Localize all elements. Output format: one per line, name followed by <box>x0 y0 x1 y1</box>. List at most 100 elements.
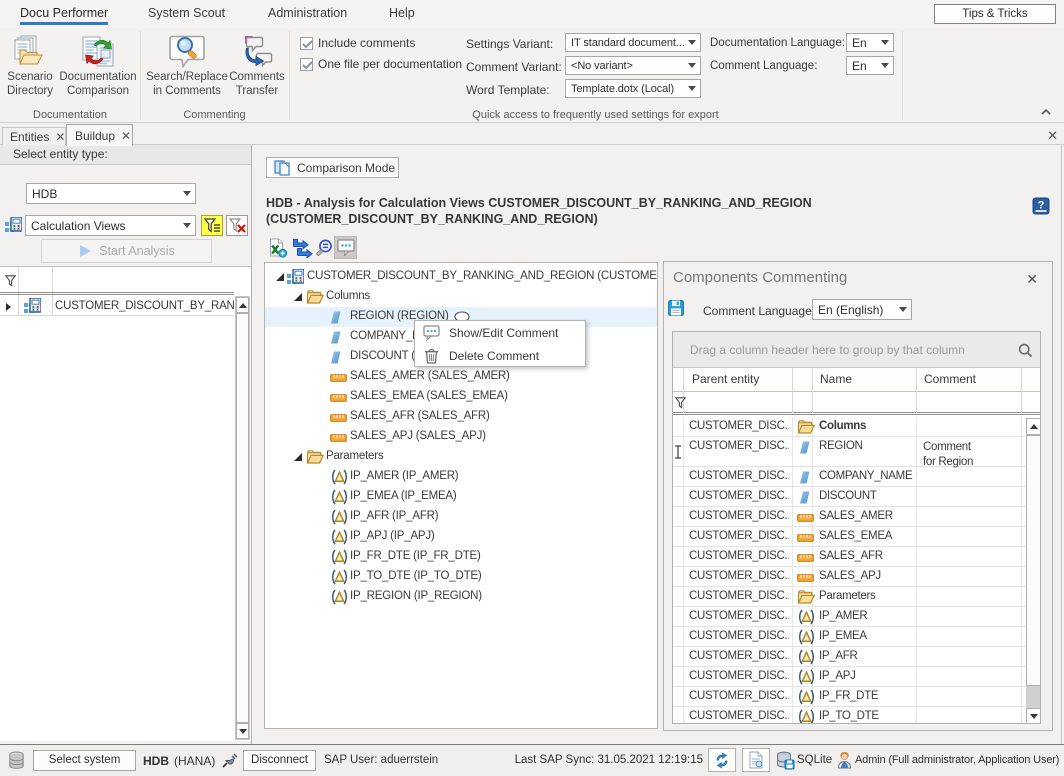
comment-grid-row[interactable]: CUSTOMER_DISC... COMPANY_NAME <box>673 467 1025 487</box>
close-icon[interactable]: ✕ <box>1026 271 1038 288</box>
tips-and-tricks-button[interactable]: Tips & Tricks <box>934 4 1056 24</box>
cell-name[interactable]: IP_TO_DTE <box>819 710 914 722</box>
left-grid-vscrollbar[interactable] <box>235 296 250 740</box>
comment-grid-row[interactable]: CUSTOMER_DISC... IP_FR_DTE <box>673 687 1025 707</box>
include-comments-checkbox[interactable] <box>300 37 313 50</box>
comment-grid-row[interactable]: CUSTOMER_DISC... IP_APJ <box>673 667 1025 687</box>
tree-node[interactable]: SALES_APJ (SALES_APJ) <box>265 427 657 447</box>
cell-name[interactable]: SALES_EMEA <box>819 530 914 542</box>
disconnect-button[interactable]: Disconnect <box>243 750 316 771</box>
menu-system-scout[interactable]: System Scout <box>148 6 225 20</box>
column-header-parent-entity[interactable]: Parent entity <box>692 372 759 386</box>
entity-type-combo[interactable]: Calculation Views <box>25 215 196 236</box>
tree-node[interactable]: IP_AMER (IP_AMER) <box>265 467 657 487</box>
cell-name[interactable]: IP_AFR <box>819 650 914 662</box>
tree-node[interactable]: IP_FR_DTE (IP_FR_DTE) <box>265 547 657 567</box>
menu-help[interactable]: Help <box>389 6 415 20</box>
set-filter-button[interactable] <box>201 215 223 236</box>
tree-node[interactable]: Columns <box>265 287 657 307</box>
menu-administration[interactable]: Administration <box>268 6 347 20</box>
cell-parent-entity[interactable]: CUSTOMER_DISC... <box>689 550 789 562</box>
search-replace-comments-button[interactable]: Search/Replacein Comments <box>144 32 230 106</box>
grid-filter-row[interactable] <box>673 392 1040 413</box>
scroll-thumb[interactable] <box>236 313 249 723</box>
expand-icon[interactable] <box>294 293 303 302</box>
comment-grid-row[interactable]: CUSTOMER_DISC... SALES_EMEA <box>673 527 1025 547</box>
cell-parent-entity[interactable]: CUSTOMER_DISC... <box>689 590 789 602</box>
one-file-checkbox[interactable] <box>300 58 313 71</box>
documentation-language-combo[interactable]: En <box>846 33 894 52</box>
excel-export-icon[interactable] <box>268 238 287 258</box>
cell-parent-entity[interactable]: CUSTOMER_DISC... <box>689 610 789 622</box>
scroll-up-button[interactable] <box>236 297 249 313</box>
cell-name[interactable]: IP_FR_DTE <box>819 690 914 702</box>
cell-parent-entity[interactable]: CUSTOMER_DISC... <box>689 530 789 542</box>
right-grid-vscrollbar[interactable] <box>1026 418 1041 724</box>
ribbon-collapse-icon[interactable] <box>1040 106 1054 120</box>
cell-name[interactable]: SALES_APJ <box>819 570 914 582</box>
refresh-sync-button[interactable] <box>708 748 736 772</box>
toggle-comments-button[interactable] <box>334 236 357 259</box>
cell-parent-entity[interactable]: CUSTOMER_DISC... <box>689 710 789 722</box>
tree-node[interactable]: IP_EMEA (IP_EMEA) <box>265 487 657 507</box>
entity-row[interactable]: CUSTOMER_DISCOUNT_BY_RANKING_AND_REGION <box>0 296 234 316</box>
column-header-comment[interactable]: Comment <box>924 372 976 386</box>
scroll-up-button[interactable] <box>1026 418 1041 435</box>
scenario-directory-button[interactable]: ScenarioDirectory <box>2 32 58 106</box>
scroll-thumb[interactable] <box>1026 435 1041 686</box>
comment-grid-row[interactable]: CUSTOMER_DISC... Columns <box>673 417 1025 437</box>
settings-variant-combo[interactable]: IT standard document... <box>565 33 701 52</box>
cell-name[interactable]: IP_APJ <box>819 670 914 682</box>
cell-name[interactable]: SALES_AFR <box>819 550 914 562</box>
tab-buildup[interactable]: Buildup ✕ <box>66 124 133 146</box>
cell-parent-entity[interactable]: CUSTOMER_DISC... <box>689 650 789 662</box>
system-combo[interactable]: HDB <box>26 183 196 204</box>
start-analysis-button[interactable]: Start Analysis <box>41 239 212 263</box>
tree-node[interactable]: IP_APJ (IP_APJ) <box>265 527 657 547</box>
expand-icon[interactable] <box>294 453 303 462</box>
cell-parent-entity[interactable]: CUSTOMER_DISC... <box>689 690 789 702</box>
group-by-bar[interactable]: Drag a column header here to group by th… <box>673 332 1040 368</box>
tree-node[interactable]: SALES_EMEA (SALES_EMEA) <box>265 387 657 407</box>
comment-grid-row[interactable]: CUSTOMER_DISC... SALES_AMER <box>673 507 1025 527</box>
cell-parent-entity[interactable]: CUSTOMER_DISC... <box>689 470 789 482</box>
cell-name[interactable]: IP_AMER <box>819 610 914 622</box>
close-icon[interactable]: ✕ <box>55 132 65 142</box>
cell-name[interactable]: IP_EMEA <box>819 630 914 642</box>
scroll-track[interactable] <box>1026 686 1041 708</box>
cell-name[interactable]: COMPANY_NAME <box>819 470 914 482</box>
save-icon[interactable] <box>668 300 684 316</box>
comment-grid-row[interactable]: CUSTOMER_DISC... IP_EMEA <box>673 627 1025 647</box>
comparison-mode-button[interactable]: Comparison Mode <box>266 157 399 178</box>
cell-name[interactable]: SALES_AMER <box>819 510 914 522</box>
cell-parent-entity[interactable]: CUSTOMER_DISC... <box>689 570 789 582</box>
comment-grid-row[interactable]: CUSTOMER_DISC... SALES_APJ <box>673 567 1025 587</box>
tree-node[interactable]: SALES_AFR (SALES_AFR) <box>265 407 657 427</box>
comments-transfer-button[interactable]: CommentsTransfer <box>227 32 287 106</box>
comment-grid-row[interactable]: CUSTOMER_DISC... SALES_AFR <box>673 547 1025 567</box>
panel-comment-language-combo[interactable]: En (English) <box>812 299 912 320</box>
grid-filter-row[interactable] <box>0 268 234 293</box>
cell-parent-entity[interactable]: CUSTOMER_DISC... <box>689 490 789 502</box>
comment-grid-row[interactable]: CUSTOMER_DISC... Parameters <box>673 587 1025 607</box>
cell-parent-entity[interactable]: CUSTOMER_DISC... <box>689 440 789 452</box>
help-icon[interactable]: ? <box>1032 197 1050 215</box>
close-icon[interactable]: ✕ <box>121 131 131 141</box>
comment-language-combo[interactable]: En <box>846 56 894 75</box>
expand-icon[interactable] <box>276 273 285 282</box>
comment-grid-row[interactable]: CUSTOMER_DISC... REGIONComment for Regio… <box>673 437 1025 467</box>
comment-grid-row[interactable]: CUSTOMER_DISC... DISCOUNT <box>673 487 1025 507</box>
cell-parent-entity[interactable]: CUSTOMER_DISC... <box>689 420 789 432</box>
select-system-button[interactable]: Select system <box>33 750 136 771</box>
comment-grid-row[interactable]: CUSTOMER_DISC... IP_AMER <box>673 607 1025 627</box>
cell-parent-entity[interactable]: CUSTOMER_DISC... <box>689 630 789 642</box>
menu-docu-performer[interactable]: Docu Performer <box>20 6 108 20</box>
scroll-down-button[interactable] <box>1026 708 1041 724</box>
menu-item-delete-comment[interactable]: Delete Comment <box>415 344 585 367</box>
close-icon[interactable]: ✕ <box>1047 128 1058 144</box>
cell-comment[interactable]: Comment for Region <box>923 440 981 470</box>
tree-node[interactable]: IP_AFR (IP_AFR) <box>265 507 657 527</box>
transfer-comments-icon[interactable] <box>292 238 313 258</box>
tree-node[interactable]: Parameters <box>265 447 657 467</box>
cell-parent-entity[interactable]: CUSTOMER_DISC... <box>689 510 789 522</box>
